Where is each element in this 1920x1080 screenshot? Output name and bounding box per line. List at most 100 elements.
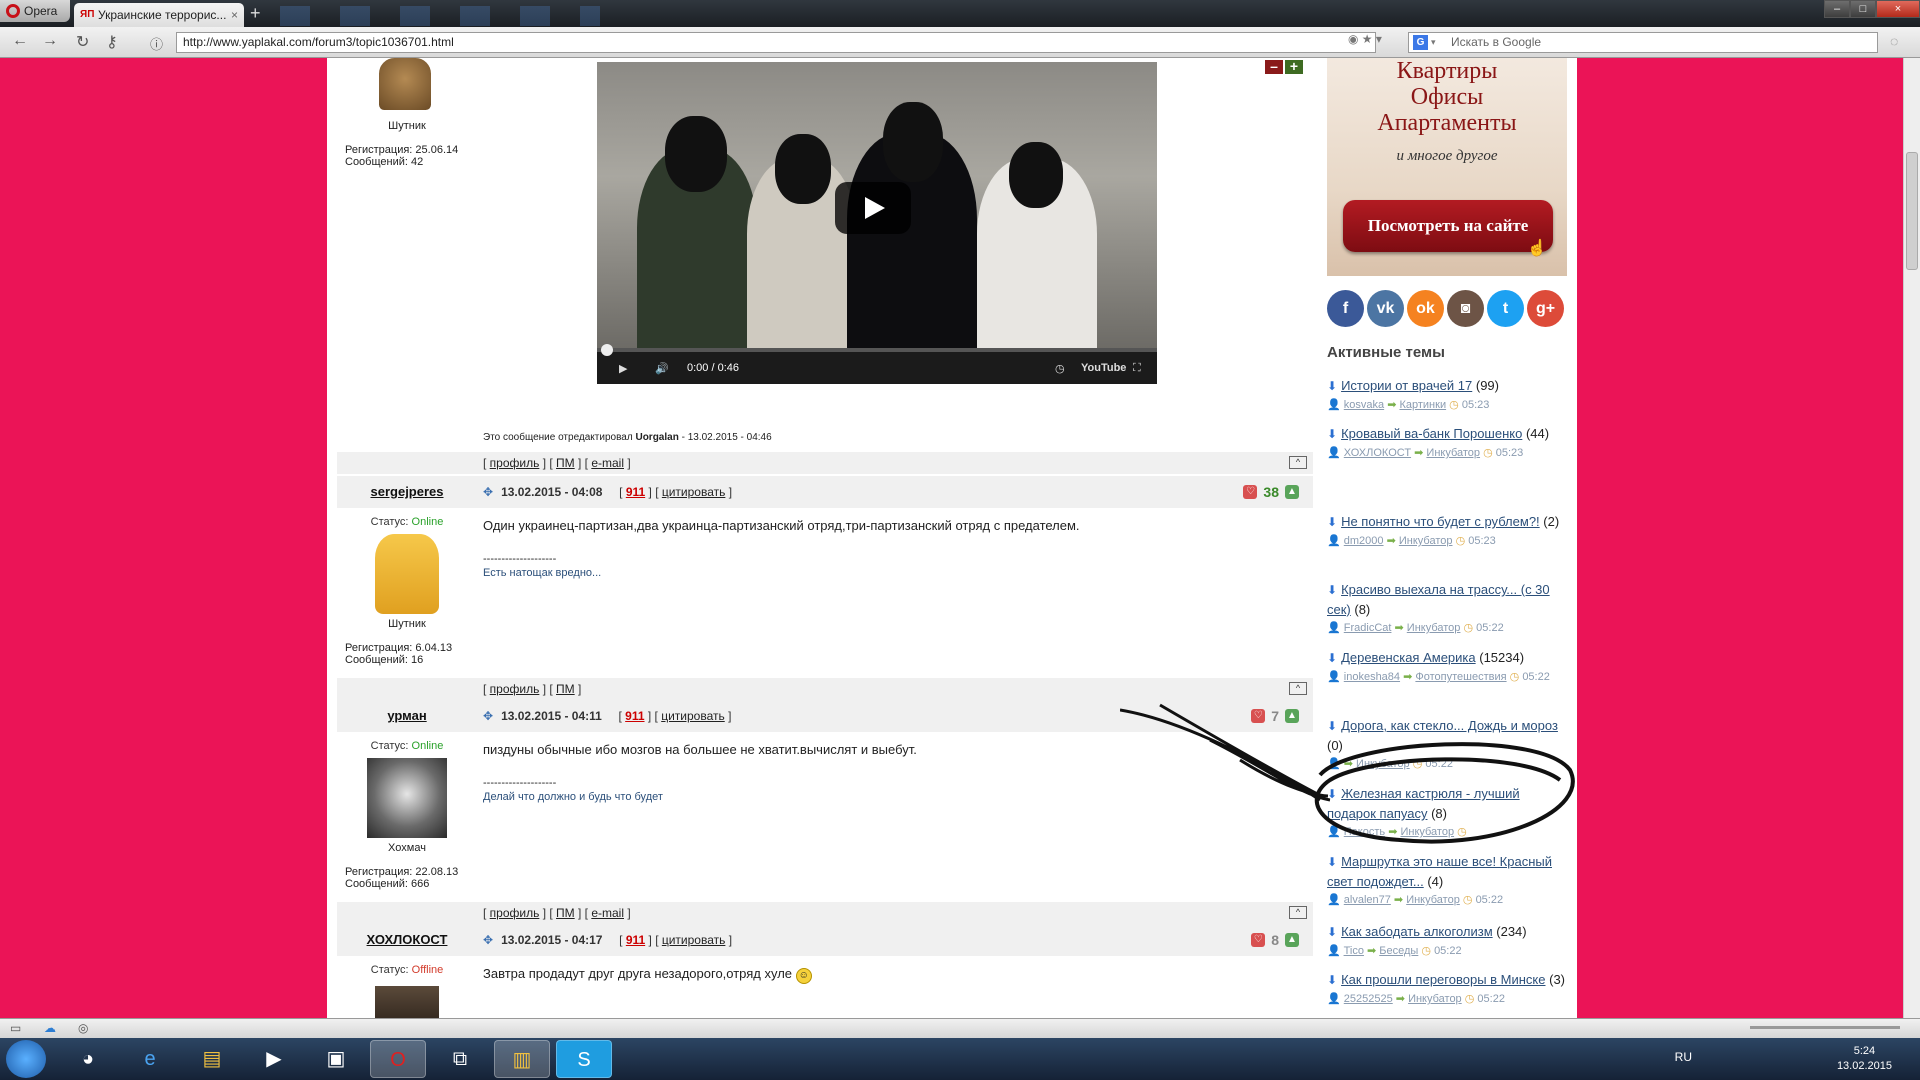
ad-cta-button[interactable]: Посмотреть на сайте (1343, 200, 1553, 252)
vote-down-icon[interactable]: ♡ (1251, 933, 1266, 947)
video-play-icon[interactable]: ▶ (619, 362, 627, 375)
topic-link[interactable]: Как забодать алкоголизм (1341, 924, 1493, 939)
media-player-icon[interactable]: ▶ (246, 1040, 302, 1078)
topic-section[interactable]: Картинки (1399, 399, 1446, 411)
play-icon[interactable] (835, 182, 911, 234)
email-link[interactable]: e-mail (591, 906, 624, 920)
email-link[interactable]: e-mail (591, 456, 624, 470)
site-info-icon[interactable]: ⓘ (150, 34, 163, 53)
clock[interactable]: 5:24 13.02.2015 (1837, 1044, 1892, 1074)
vote-down-icon[interactable]: ♡ (1251, 709, 1266, 723)
chevron-down-icon[interactable]: ▾ (1431, 33, 1436, 52)
panel-toggle-icon[interactable]: ▭ (10, 1021, 21, 1035)
topic-link[interactable]: Истории от врачей 17 (1341, 378, 1472, 393)
pm-link[interactable]: ПМ (556, 456, 575, 470)
language-indicator[interactable]: RU (1675, 1050, 1692, 1064)
minus-icon[interactable]: – (1265, 59, 1283, 74)
topic-user[interactable]: alvalen77 (1344, 894, 1391, 906)
page-scrollbar[interactable] (1903, 58, 1920, 1018)
topic-user[interactable]: Пакость (1344, 826, 1385, 838)
reload-icon[interactable]: ↻ (76, 32, 89, 52)
report-link[interactable]: 911 (625, 709, 644, 723)
topic-user[interactable]: kosvaka (1344, 399, 1384, 411)
topic-user[interactable]: FradicCat (1344, 622, 1392, 634)
key-icon[interactable]: ⚷ (106, 32, 118, 52)
quote-link[interactable]: цитировать (662, 485, 726, 499)
start-button[interactable] (6, 1040, 46, 1078)
twitter-icon[interactable]: t (1487, 290, 1524, 327)
post-author[interactable]: ХОХЛОКОСТ (337, 924, 477, 956)
topic-section[interactable]: Инкубатор (1408, 993, 1462, 1005)
quote-link[interactable]: цитировать (662, 933, 726, 947)
profile-link[interactable]: профиль (490, 906, 540, 920)
topic-user[interactable]: inokesha84 (1344, 671, 1400, 683)
post-author[interactable]: урман (337, 700, 477, 732)
fullscreen-icon[interactable]: ⛶ (1133, 362, 1141, 375)
topic-link[interactable]: Не понятно что будет с рублем?! (1341, 514, 1540, 529)
topic-section[interactable]: Инкубатор (1407, 622, 1461, 634)
pin-icon[interactable]: ✥ (483, 709, 493, 723)
video-progress[interactable] (597, 344, 1157, 356)
network-app-icon[interactable]: ⧉ (432, 1040, 488, 1078)
topic-section[interactable]: Инкубатор (1400, 826, 1454, 838)
topic-link[interactable]: Дорога, как стекло... Дождь и мороз (1341, 718, 1558, 733)
rss-bookmark-icons[interactable]: ◉ ★ ▾ (1348, 32, 1382, 46)
topic-link[interactable]: Как прошли переговоры в Минске (1341, 972, 1545, 987)
report-link[interactable]: 911 (626, 485, 645, 499)
topic-user[interactable]: dm2000 (1344, 535, 1384, 547)
forward-icon[interactable]: → (42, 32, 58, 50)
opera-taskbar-icon[interactable]: O (370, 1040, 426, 1078)
vote-up-icon[interactable]: ▲ (1285, 485, 1299, 499)
close-tab-icon[interactable]: × (231, 3, 238, 27)
topic-section[interactable]: Фотопутешествия (1415, 671, 1506, 683)
scroll-top-icon[interactable]: ^ (1289, 456, 1307, 469)
search-input[interactable]: G ▾ Искать в Google (1408, 32, 1878, 53)
topic-section[interactable]: Беседы (1379, 945, 1418, 957)
topic-user[interactable]: ХОХЛОКОСТ (1344, 447, 1411, 459)
minimize-icon[interactable]: – (1824, 0, 1850, 18)
address-input[interactable]: http://www.yaplakal.com/forum3/topic1036… (176, 32, 1376, 53)
zoom-slider[interactable] (1750, 1026, 1900, 1029)
topic-link[interactable]: Железная кастрюля - лучший подарок папуа… (1327, 786, 1520, 821)
instagram-icon[interactable]: ◙ (1447, 290, 1484, 327)
report-link[interactable]: 911 (626, 933, 645, 947)
close-window-icon[interactable]: × (1876, 0, 1920, 18)
plus-icon[interactable]: + (1285, 59, 1303, 74)
profile-link[interactable]: профиль (490, 456, 540, 470)
topic-user[interactable]: 25252525 (1344, 993, 1393, 1005)
topic-user[interactable]: Tico (1344, 945, 1364, 957)
taskbar-app-icon[interactable]: ◕ (60, 1040, 116, 1078)
topic-link[interactable]: Кровавый ва-банк Порошенко (1341, 426, 1522, 441)
topic-section[interactable]: Инкубатор (1399, 535, 1453, 547)
profile-link[interactable]: профиль (490, 682, 540, 696)
scrollbar-thumb[interactable] (1906, 152, 1918, 270)
pin-icon[interactable]: ✥ (483, 485, 493, 499)
topic-section[interactable]: Инкубатор (1406, 894, 1460, 906)
skype-icon[interactable]: S (556, 1040, 612, 1078)
topic-link[interactable]: Деревенская Америка (1341, 650, 1476, 665)
volume-icon[interactable]: 🔊 (655, 362, 669, 375)
quote-link[interactable]: цитировать (661, 709, 725, 723)
browser-tab-active[interactable]: ЯП Украинские террорис... × (74, 3, 244, 27)
folder-icon[interactable]: ▥ (494, 1040, 550, 1078)
scroll-top-icon[interactable]: ^ (1289, 906, 1307, 919)
topic-section[interactable]: Инкубатор (1426, 447, 1480, 459)
back-icon[interactable]: ← (12, 32, 28, 50)
pm-link[interactable]: ПМ (556, 682, 575, 696)
post-author[interactable]: sergejperes (337, 476, 477, 508)
vote-down-icon[interactable]: ♡ (1243, 485, 1258, 499)
ie-icon[interactable]: e (122, 1040, 178, 1078)
explorer-icon[interactable]: ▤ (184, 1040, 240, 1078)
pin-icon[interactable]: ✥ (483, 933, 493, 947)
new-tab-button[interactable]: + (250, 4, 261, 22)
odnoklassniki-icon[interactable]: ok (1407, 290, 1444, 327)
topic-section[interactable]: Инкубатор (1356, 758, 1410, 770)
facebook-icon[interactable]: f (1327, 290, 1364, 327)
opera-menu-button[interactable]: Opera (0, 0, 70, 22)
turbo-icon[interactable]: ◎ (78, 1021, 88, 1035)
googleplus-icon[interactable]: g+ (1527, 290, 1564, 327)
vk-icon[interactable]: vk (1367, 290, 1404, 327)
maximize-icon[interactable]: □ (1850, 0, 1876, 18)
vote-up-icon[interactable]: ▲ (1285, 933, 1299, 947)
clock-icon[interactable]: ◷ (1055, 362, 1065, 375)
